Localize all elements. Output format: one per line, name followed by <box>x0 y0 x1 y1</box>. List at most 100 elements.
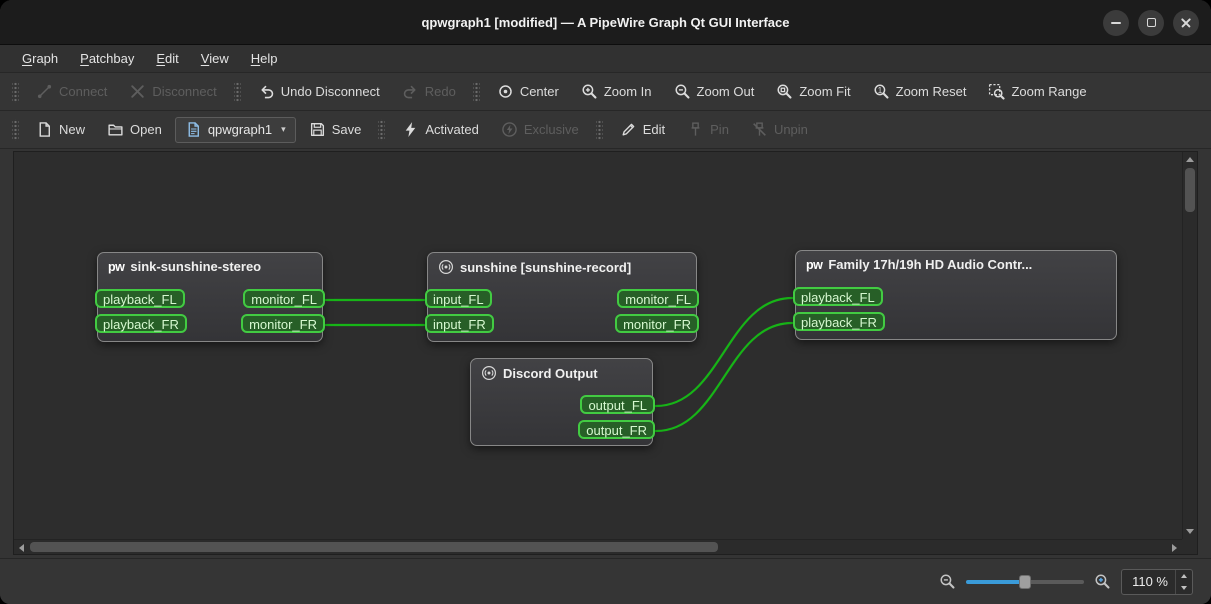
maximize-button[interactable] <box>1138 9 1164 36</box>
node-title: Discord Output <box>503 365 598 381</box>
statusbar: 110 % <box>0 558 1211 604</box>
redo-button[interactable]: Redo <box>393 78 465 106</box>
minimize-button[interactable] <box>1103 9 1129 36</box>
menu-edit[interactable]: Edit <box>146 48 188 69</box>
node-header: pw sink-sunshine-stereo <box>98 253 322 274</box>
zoom-reset-button[interactable]: 1 Zoom Reset <box>864 78 976 106</box>
undo-disconnect-button[interactable]: Undo Disconnect <box>249 78 389 106</box>
open-folder-icon <box>108 124 123 136</box>
connect-button[interactable]: Connect <box>27 78 116 106</box>
patchbay-select-value: qpwgraph1 <box>207 122 273 137</box>
zoom-in-button[interactable]: Zoom In <box>572 78 661 106</box>
edit-pencil-icon <box>622 123 635 136</box>
save-patchbay-button[interactable]: Save <box>300 116 371 144</box>
scroll-right-button[interactable] <box>1167 540 1182 554</box>
node-family-hd-audio[interactable]: pw Family 17h/19h HD Audio Contr... play… <box>793 250 1117 340</box>
exclusive-toggle[interactable]: Exclusive <box>492 116 588 144</box>
vertical-scrollbar-thumb[interactable] <box>1185 168 1195 212</box>
close-button[interactable] <box>1173 9 1199 36</box>
disconnect-button[interactable]: Disconnect <box>120 78 225 106</box>
horizontal-scrollbar[interactable] <box>14 539 1182 554</box>
spin-up-button[interactable] <box>1176 570 1192 582</box>
node-title: Family 17h/19h HD Audio Contr... <box>828 257 1033 272</box>
arrow-left-icon <box>19 543 24 552</box>
port-monitor-fr[interactable]: monitor_FR <box>615 314 699 333</box>
unpin-button[interactable]: Unpin <box>742 116 817 144</box>
port-monitor-fr[interactable]: monitor_FR <box>241 314 325 333</box>
activated-toggle[interactable]: Activated <box>393 116 487 144</box>
zoom-slider[interactable] <box>966 573 1085 591</box>
undo-icon <box>261 85 273 99</box>
scroll-left-button[interactable] <box>14 540 29 554</box>
spinbox-arrows <box>1175 569 1192 594</box>
node-sink-sunshine-stereo[interactable]: pw sink-sunshine-stereo playback_FL play… <box>95 252 325 342</box>
toolbar-handle[interactable] <box>12 80 19 103</box>
zoom-in-label: Zoom In <box>603 84 652 99</box>
zoom-out-icon[interactable] <box>939 573 956 590</box>
scroll-down-button[interactable] <box>1182 524 1197 539</box>
menu-graph[interactable]: Graph <box>12 48 68 69</box>
scroll-up-button[interactable] <box>1182 152 1197 167</box>
redo-label: Redo <box>424 84 456 99</box>
vertical-scrollbar[interactable] <box>1182 152 1197 539</box>
center-button[interactable]: Center <box>488 78 568 106</box>
toolbar-handle[interactable] <box>12 118 19 141</box>
new-patchbay-button[interactable]: New <box>27 116 94 144</box>
titlebar[interactable]: qpwgraph1 [modified] — A PipeWire Graph … <box>0 0 1211 45</box>
zoom-spinbox[interactable]: 110 % <box>1121 568 1193 595</box>
port-output-fl[interactable]: output_FL <box>580 395 655 414</box>
node-discord-output[interactable]: Discord Output output_FL output_FR <box>470 358 655 446</box>
disconnect-label: Disconnect <box>152 84 217 99</box>
horizontal-scrollbar-thumb[interactable] <box>30 542 718 552</box>
menu-help[interactable]: Help <box>241 48 288 69</box>
toolbar-handle[interactable] <box>595 118 603 141</box>
port-playback-fr[interactable]: playback_FR <box>793 312 885 331</box>
toolbar-handle[interactable] <box>378 118 386 141</box>
port-input-fr[interactable]: input_FR <box>425 314 494 333</box>
edit-patchbay-button[interactable]: Edit <box>611 116 674 144</box>
zoom-fit-button[interactable]: Zoom Fit <box>767 78 859 106</box>
window-title: qpwgraph1 [modified] — A PipeWire Graph … <box>421 14 790 30</box>
port-monitor-fl[interactable]: monitor_FL <box>243 289 325 308</box>
open-patchbay-button[interactable]: Open <box>98 116 171 144</box>
port-input-fl[interactable]: input_FL <box>425 289 492 308</box>
port-output-fr[interactable]: output_FR <box>578 420 655 439</box>
port-playback-fl[interactable]: playback_FL <box>95 289 185 308</box>
node-title: sunshine [sunshine-record] <box>460 259 632 275</box>
zoom-out-icon <box>675 84 690 99</box>
zoom-slider-fill <box>966 579 1025 584</box>
edit-label: Edit <box>642 122 666 137</box>
port-playback-fr[interactable]: playback_FR <box>95 314 187 333</box>
pin-button[interactable]: Pin <box>678 116 738 144</box>
unpin-icon <box>753 122 766 136</box>
port-playback-fl[interactable]: playback_FL <box>793 287 883 306</box>
zoom-range-icon <box>989 83 1006 100</box>
unpin-label: Unpin <box>773 122 808 137</box>
zoom-range-label: Zoom Range <box>1011 84 1087 99</box>
patchbay-select[interactable]: qpwgraph1 ▾ <box>174 116 296 143</box>
node-header: pw Family 17h/19h HD Audio Contr... <box>796 251 1116 272</box>
menubar: Graph Patchbay Edit View Help <box>0 45 1211 73</box>
menu-help-accel: H <box>250 51 261 66</box>
toolbar-handle[interactable] <box>472 80 480 103</box>
arrow-up-icon <box>1181 573 1187 578</box>
zoom-range-button[interactable]: Zoom Range <box>979 78 1095 106</box>
port-monitor-fl[interactable]: monitor_FL <box>617 289 699 308</box>
arrow-up-icon <box>1185 157 1194 162</box>
zoom-slider-handle[interactable] <box>1019 574 1032 589</box>
zoom-in-icon[interactable] <box>1094 573 1111 590</box>
graph-canvas[interactable]: pw sink-sunshine-stereo playback_FL play… <box>13 151 1198 555</box>
audio-record-icon <box>481 365 497 381</box>
spin-down-button[interactable] <box>1176 582 1192 594</box>
minimize-icon <box>1111 21 1121 24</box>
close-icon <box>1180 17 1192 29</box>
zoom-reset-label: Zoom Reset <box>895 84 967 99</box>
save-icon <box>310 122 324 137</box>
menu-patchbay[interactable]: Patchbay <box>70 48 144 69</box>
toolbar-handle[interactable] <box>233 80 241 103</box>
zoom-out-button[interactable]: Zoom Out <box>665 78 764 106</box>
node-sunshine[interactable]: sunshine [sunshine-record] input_FL inpu… <box>425 252 699 342</box>
menu-view[interactable]: View <box>191 48 239 69</box>
menu-patchbay-accel: P <box>80 51 89 66</box>
menu-help-label: elp <box>260 51 278 66</box>
